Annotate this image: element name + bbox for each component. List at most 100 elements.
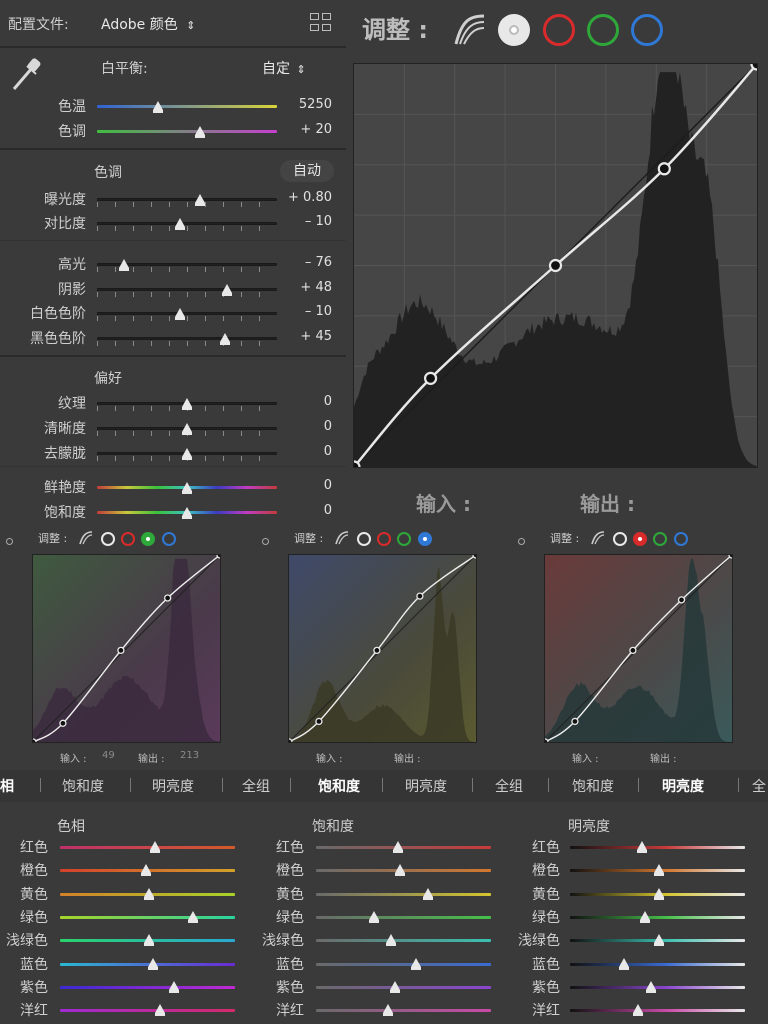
hsl-slider-thumb[interactable] <box>423 887 433 900</box>
hsl-slider-track[interactable] <box>316 915 491 919</box>
curve-point[interactable] <box>373 646 381 655</box>
tab-0[interactable]: 相 <box>0 776 14 796</box>
hsl-slider-track[interactable] <box>60 915 235 919</box>
hsl-slider-thumb[interactable] <box>410 957 421 970</box>
hsl-slider-track[interactable] <box>316 846 491 849</box>
curve-point[interactable] <box>423 371 438 385</box>
tone-curve-graph[interactable] <box>347 57 764 474</box>
target-icon[interactable] <box>6 538 13 545</box>
slider-thumb-temp[interactable] <box>153 101 164 113</box>
slider-thumb-saturation[interactable] <box>182 507 192 519</box>
point-curve-white-button[interactable] <box>498 14 530 46</box>
green-channel-button[interactable] <box>653 532 667 546</box>
curve-point[interactable] <box>416 592 424 600</box>
hsl-slider-thumb[interactable] <box>168 980 179 993</box>
hsl-slider-thumb[interactable] <box>382 1004 393 1017</box>
curve-point[interactable] <box>59 719 67 727</box>
auto-button[interactable]: 自动 <box>280 160 334 182</box>
slider-thumb-contrast[interactable] <box>174 218 185 230</box>
channel-curve-canvas[interactable] <box>29 551 224 746</box>
blue-channel-button[interactable] <box>631 14 663 46</box>
curve-point[interactable] <box>216 551 224 559</box>
grid-view-icon[interactable] <box>310 13 332 33</box>
hsl-slider-track[interactable] <box>570 1009 745 1013</box>
slider-thumb-blacks[interactable] <box>219 333 230 345</box>
hsl-slider-track[interactable] <box>60 846 235 849</box>
hsl-slider-thumb[interactable] <box>154 1004 165 1017</box>
parametric-curve-icon[interactable] <box>452 12 488 48</box>
hsl-slider-thumb[interactable] <box>188 910 198 923</box>
red-channel-button[interactable] <box>543 14 575 46</box>
slider-thumb-tint[interactable] <box>194 126 205 138</box>
slider-thumb-shadows[interactable] <box>221 284 232 296</box>
hsl-slider-thumb[interactable] <box>633 1004 644 1017</box>
hsl-slider-thumb[interactable] <box>140 864 151 877</box>
green-channel-button[interactable] <box>141 532 155 546</box>
hsl-slider-track[interactable] <box>316 939 491 943</box>
parametric-curve-icon[interactable] <box>78 530 94 546</box>
eyedropper-icon[interactable] <box>6 54 44 94</box>
white-balance-select[interactable]: 自定 ⇕ <box>262 58 306 78</box>
slider-track-blacks[interactable] <box>97 337 277 340</box>
hsl-slider-thumb[interactable] <box>144 934 155 947</box>
hsl-slider-track[interactable] <box>316 962 491 966</box>
tab-2[interactable]: 明亮度 <box>152 776 194 796</box>
hsl-slider-thumb[interactable] <box>619 957 630 970</box>
hsl-slider-track[interactable] <box>60 985 235 989</box>
hsl-slider-thumb[interactable] <box>654 934 665 947</box>
hsl-slider-track[interactable] <box>570 962 745 966</box>
slider-track-tint[interactable] <box>97 130 277 133</box>
curve-point[interactable] <box>163 594 172 602</box>
curve-point[interactable] <box>728 551 736 559</box>
red-channel-button[interactable] <box>633 532 647 546</box>
channel-curve-graph[interactable] <box>29 551 224 746</box>
green-channel-button[interactable] <box>397 532 411 546</box>
parametric-curve-icon[interactable] <box>590 530 606 546</box>
red-channel-button[interactable] <box>377 532 391 546</box>
channel-curve-graph[interactable] <box>541 551 736 746</box>
hsl-slider-thumb[interactable] <box>368 910 379 923</box>
curve-point[interactable] <box>315 717 323 726</box>
hsl-slider-track[interactable] <box>570 915 745 919</box>
slider-track-shadows[interactable] <box>97 288 277 291</box>
hsl-slider-thumb[interactable] <box>395 864 405 877</box>
curve-point[interactable] <box>541 738 549 746</box>
green-channel-button[interactable] <box>587 14 619 46</box>
blue-channel-button[interactable] <box>674 532 688 546</box>
slider-thumb-texture[interactable] <box>182 398 192 410</box>
tone-curve-canvas[interactable] <box>347 57 764 474</box>
profile-select[interactable]: Adobe 颜色 ⇕ <box>101 14 195 34</box>
hsl-slider-thumb[interactable] <box>640 910 651 923</box>
tab-4[interactable]: 饱和度 <box>318 776 360 796</box>
slider-thumb-whites[interactable] <box>174 308 185 320</box>
slider-track-temp[interactable] <box>97 105 277 108</box>
slider-track-contrast[interactable] <box>97 222 277 225</box>
hsl-slider-thumb[interactable] <box>147 957 158 970</box>
slider-thumb-highlights[interactable] <box>119 259 129 271</box>
slider-track-exposure[interactable] <box>97 198 277 201</box>
tab-3[interactable]: 全组 <box>242 776 270 796</box>
slider-thumb-exposure[interactable] <box>194 194 205 206</box>
hsl-slider-thumb[interactable] <box>393 841 404 853</box>
hsl-slider-thumb[interactable] <box>386 934 397 947</box>
blue-channel-button[interactable] <box>162 532 176 546</box>
slider-thumb-vibrance[interactable] <box>182 482 192 494</box>
hsl-slider-thumb[interactable] <box>654 864 665 877</box>
red-channel-button[interactable] <box>121 532 135 546</box>
channel-curve-graph[interactable] <box>285 551 480 746</box>
target-icon[interactable] <box>518 538 525 545</box>
curve-point[interactable] <box>677 596 686 604</box>
hsl-slider-track[interactable] <box>316 1009 491 1013</box>
hsl-slider-thumb[interactable] <box>636 841 647 853</box>
tab-5[interactable]: 明亮度 <box>405 776 447 796</box>
slider-thumb-dehaze[interactable] <box>182 448 192 460</box>
curve-point[interactable] <box>285 738 293 746</box>
curve-point[interactable] <box>629 646 637 655</box>
curve-point[interactable] <box>548 258 563 273</box>
curve-point[interactable] <box>29 738 37 746</box>
curve-point[interactable] <box>472 551 480 559</box>
hsl-slider-thumb[interactable] <box>389 980 400 993</box>
channel-curve-canvas[interactable] <box>541 551 736 746</box>
tab-6[interactable]: 全组 <box>495 776 523 796</box>
parametric-curve-icon[interactable] <box>334 530 350 546</box>
